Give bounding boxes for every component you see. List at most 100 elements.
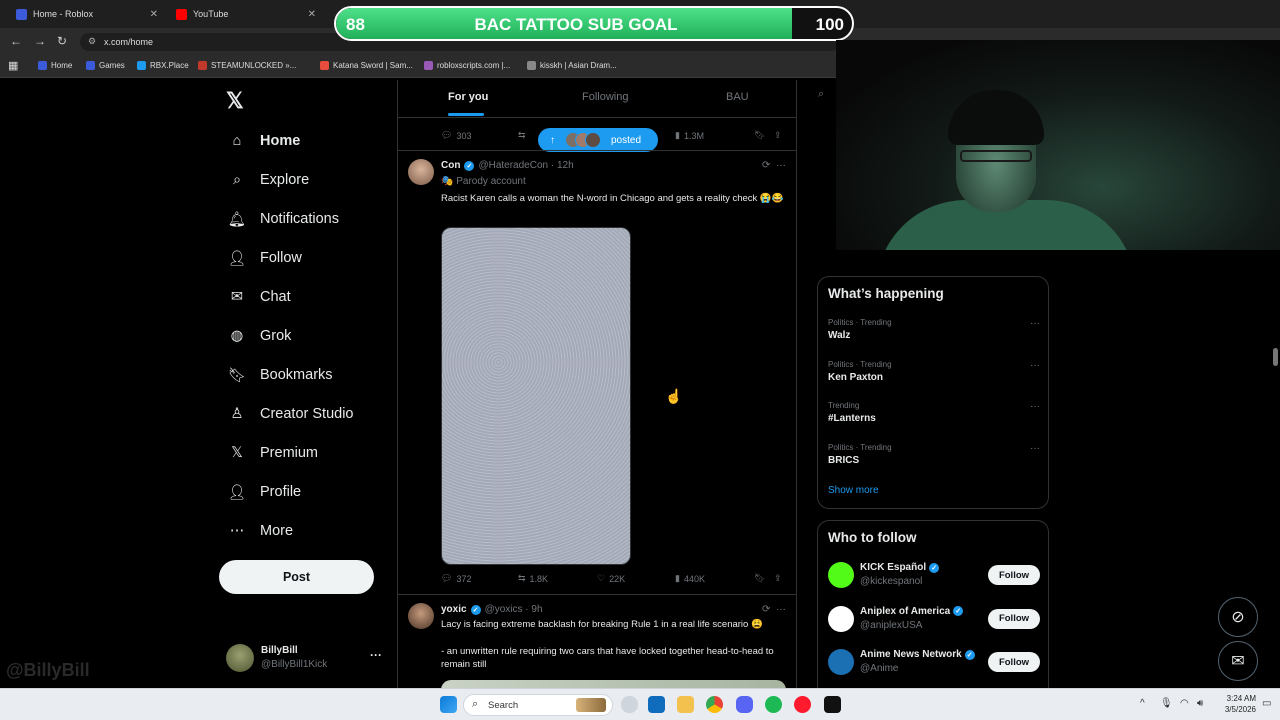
discord-icon[interactable]: [736, 696, 753, 713]
like-button[interactable]: ♡ 22K: [597, 573, 625, 584]
x-logo-icon[interactable]: 𝕏: [226, 88, 244, 114]
trend-item[interactable]: Trending #Lanterns ···: [828, 401, 1040, 435]
share-button[interactable]: ⇪: [774, 573, 782, 584]
clock[interactable]: 3:24 AM 3/5/2026: [1212, 693, 1256, 715]
follow-button[interactable]: Follow: [988, 608, 1040, 629]
reply-button[interactable]: 💬︎ 303: [441, 130, 471, 141]
follow-suggestion[interactable]: Anime News Network ✓ @Anime Follow: [828, 647, 1040, 677]
site-info-icon[interactable]: ⚙: [88, 36, 96, 47]
avatar[interactable]: [828, 649, 854, 675]
back-arrow-icon[interactable]: ←: [10, 34, 22, 48]
views-button[interactable]: ▮ 440K: [675, 573, 705, 584]
more-dots-icon[interactable]: ···: [1030, 360, 1040, 371]
nav-item-home[interactable]: ⌂ Home: [228, 127, 301, 155]
avatar[interactable]: [828, 605, 854, 632]
view-count: 1.3M: [683, 130, 704, 141]
repost-button[interactable]: ⇆: [518, 130, 526, 141]
grok-icon[interactable]: ⟳: [762, 160, 770, 171]
nav-item-profile[interactable]: 👤︎ Profile: [228, 478, 301, 506]
tweet-author[interactable]: Con ✓ @HateradeCon · 12h: [441, 160, 574, 171]
tweet-image[interactable]: [441, 680, 786, 688]
tweet-menu[interactable]: ⟳ ···: [762, 604, 786, 615]
tab-youtube[interactable]: YouTube ✕: [166, 2, 322, 26]
chevron-up-icon[interactable]: ^: [1140, 698, 1145, 709]
bookmark-item[interactable]: STEAMUNLOCKED »...: [198, 61, 296, 70]
opera-icon[interactable]: [794, 696, 811, 713]
apps-grid-icon[interactable]: ▦: [8, 59, 18, 72]
post-button[interactable]: Post: [219, 560, 374, 594]
tweet[interactable]: yoxic ✓ @yoxics · 9h ⟳ ··· Lacy is facin…: [398, 594, 796, 688]
notifications-icon[interactable]: ▭: [1262, 698, 1271, 709]
scroll-thumb[interactable]: [1273, 348, 1278, 366]
bookmark-item[interactable]: Games: [86, 61, 125, 70]
follow-suggestion[interactable]: Aniplex of America ✓ @aniplexUSA Follow: [828, 604, 1040, 634]
file-explorer-icon[interactable]: [677, 696, 694, 713]
tweet-video[interactable]: [441, 227, 631, 565]
messages-float-button[interactable]: ✉: [1218, 641, 1258, 681]
more-dots-icon[interactable]: ···: [776, 604, 786, 615]
nav-item-more[interactable]: ⋯ More: [228, 517, 293, 545]
tab-bau[interactable]: BAU: [726, 91, 749, 103]
tweet[interactable]: Con ✓ @HateradeCon · 12h ⟳ ··· 🎭 Parody …: [398, 150, 796, 593]
wifi-icon[interactable]: ◠: [1180, 698, 1189, 709]
views-button[interactable]: ▮ 1.3M: [675, 130, 704, 141]
trend-item[interactable]: Politics · Trending Walz ···: [828, 318, 1040, 352]
more-dots-icon[interactable]: ···: [1030, 401, 1040, 412]
bookmark-button[interactable]: 🔖︎: [754, 130, 765, 141]
nav-item-follow[interactable]: 👤︎ Follow: [228, 244, 302, 272]
reply-button[interactable]: 💬︎ 372: [441, 573, 471, 584]
close-icon[interactable]: ✕: [150, 9, 158, 20]
tab-roblox[interactable]: Home - Roblox ✕: [6, 2, 164, 26]
volume-icon[interactable]: 🔊︎: [1197, 698, 1203, 709]
follow-button[interactable]: Follow: [988, 652, 1040, 672]
trend-item[interactable]: Politics · Trending Ken Paxton ···: [828, 360, 1040, 394]
nav-item-explore[interactable]: ⌕ Explore: [228, 166, 309, 194]
avatar[interactable]: [408, 603, 434, 629]
tweet-author[interactable]: yoxic ✓ @yoxics · 9h: [441, 604, 543, 615]
avatar[interactable]: [828, 562, 854, 588]
store-icon[interactable]: [648, 696, 665, 713]
share-button[interactable]: ⇪: [774, 130, 782, 141]
more-dots-icon[interactable]: ···: [776, 160, 786, 171]
microphone-icon[interactable]: 🎙︎: [1160, 698, 1173, 709]
follow-button[interactable]: Follow: [988, 565, 1040, 585]
bookmark-item[interactable]: robloxscripts.com |...: [424, 61, 510, 70]
show-more-link[interactable]: Show more: [828, 485, 879, 496]
grok-float-button[interactable]: ⊘: [1218, 597, 1258, 637]
close-icon[interactable]: ✕: [308, 9, 316, 20]
nav-item-bookmarks[interactable]: 🔖︎ Bookmarks: [228, 361, 333, 389]
taskbar-search[interactable]: ⌕ Search: [463, 694, 613, 716]
account-switcher[interactable]: BillyBill @BillyBill1Kick ···: [226, 642, 386, 676]
tab-following[interactable]: Following: [582, 91, 628, 103]
search-icon[interactable]: ⌕: [818, 88, 838, 108]
nav-item-creator-studio[interactable]: ♙ Creator Studio: [228, 400, 354, 428]
nav-item-grok[interactable]: ◍ Grok: [228, 322, 292, 350]
tab-for-you[interactable]: For you: [448, 91, 488, 103]
bookmark-label: Katana Sword | Sam...: [333, 61, 413, 70]
chrome-icon[interactable]: [706, 696, 723, 713]
trend-item[interactable]: Politics · Trending BRICS ···: [828, 443, 1040, 477]
more-dots-icon[interactable]: ···: [370, 648, 382, 662]
grok-icon[interactable]: ⟳: [762, 604, 770, 615]
tweet-menu[interactable]: ⟳ ···: [762, 160, 786, 171]
bookmark-item[interactable]: Katana Sword | Sam...: [320, 61, 413, 70]
nav-item-chat[interactable]: ✉ Chat: [228, 283, 291, 311]
more-dots-icon[interactable]: ···: [1030, 318, 1040, 329]
reload-icon[interactable]: ↻: [57, 34, 67, 48]
more-dots-icon[interactable]: ···: [1030, 443, 1040, 454]
new-posts-pill[interactable]: ↑ posted: [538, 128, 658, 152]
bookmark-button[interactable]: 🔖︎: [754, 573, 765, 584]
repost-button[interactable]: ⇆ 1.8K: [518, 573, 548, 584]
avatar[interactable]: [408, 159, 434, 185]
spotify-icon[interactable]: [765, 696, 782, 713]
forward-arrow-icon[interactable]: →: [34, 34, 46, 48]
bookmark-item[interactable]: kisskh | Asian Dram...: [527, 61, 617, 70]
bookmark-item[interactable]: RBX.Place: [137, 61, 189, 70]
bookmark-item[interactable]: Home: [38, 61, 72, 70]
nav-item-premium[interactable]: 𝕏 Premium: [228, 439, 318, 467]
nav-item-notifications[interactable]: 🔔︎ Notifications: [228, 205, 339, 233]
mouse-app-icon[interactable]: [621, 696, 638, 713]
app-icon[interactable]: [824, 696, 841, 713]
follow-suggestion[interactable]: KICK Español ✓ @kickespanol Follow: [828, 560, 1040, 590]
windows-start-icon[interactable]: [440, 696, 457, 713]
